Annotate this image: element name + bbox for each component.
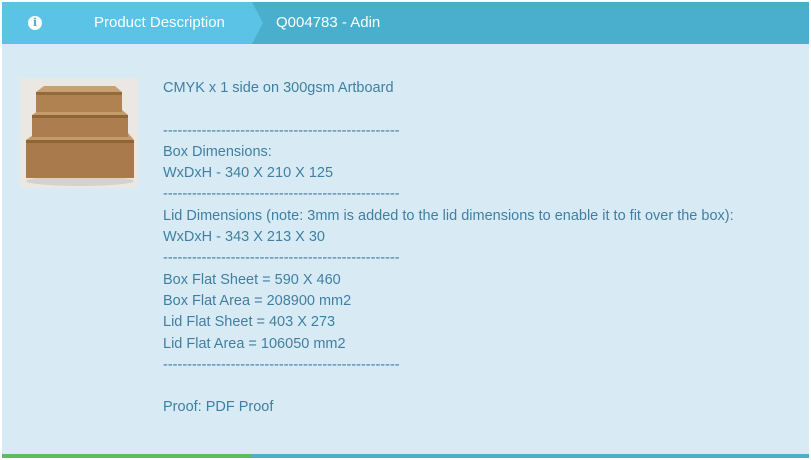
- description-line: Box Dimensions:: [163, 143, 272, 160]
- description-line: Proof: PDF Proof: [163, 399, 274, 416]
- product-description-text: CMYK x 1 side on 300gsm Artboard -------…: [163, 78, 803, 419]
- description-line: WxDxH - 343 X 213 X 30: [163, 229, 325, 246]
- info-icon: i: [28, 16, 42, 30]
- progress-fill: [2, 454, 253, 458]
- quote-reference: Q004783 - Adin: [276, 14, 381, 31]
- tab-label: Product Description: [94, 14, 225, 31]
- panel-header: i Product Description Q004783 - Adin: [2, 2, 809, 44]
- product-description-panel: i Product Description Q004783 - Adin CMY…: [2, 2, 809, 458]
- description-divider: ----------------------------------------…: [163, 122, 400, 139]
- tab-product-description[interactable]: i Product Description: [2, 2, 252, 44]
- description-line: CMYK x 1 side on 300gsm Artboard: [163, 80, 394, 96]
- description-divider: ----------------------------------------…: [163, 356, 400, 373]
- description-line: WxDxH - 340 X 210 X 125: [163, 165, 334, 182]
- product-image: [20, 78, 138, 188]
- description-line: Lid Dimensions (note: 3mm is added to th…: [163, 207, 734, 224]
- stacked-boxes-icon: [26, 86, 134, 186]
- breadcrumb-arrow: [252, 2, 263, 44]
- description-line: Box Flat Area = 208900 mm2: [163, 292, 352, 309]
- description-line: [163, 376, 803, 397]
- description-divider: ----------------------------------------…: [163, 186, 400, 203]
- description-divider: ----------------------------------------…: [163, 250, 400, 267]
- description-line: Box Flat Sheet = 590 X 460: [163, 271, 341, 288]
- description-line: [163, 99, 803, 120]
- description-line: Lid Flat Sheet = 403 X 273: [163, 314, 336, 331]
- progress-track: [2, 454, 809, 458]
- description-line: Lid Flat Area = 106050 mm2: [163, 335, 346, 352]
